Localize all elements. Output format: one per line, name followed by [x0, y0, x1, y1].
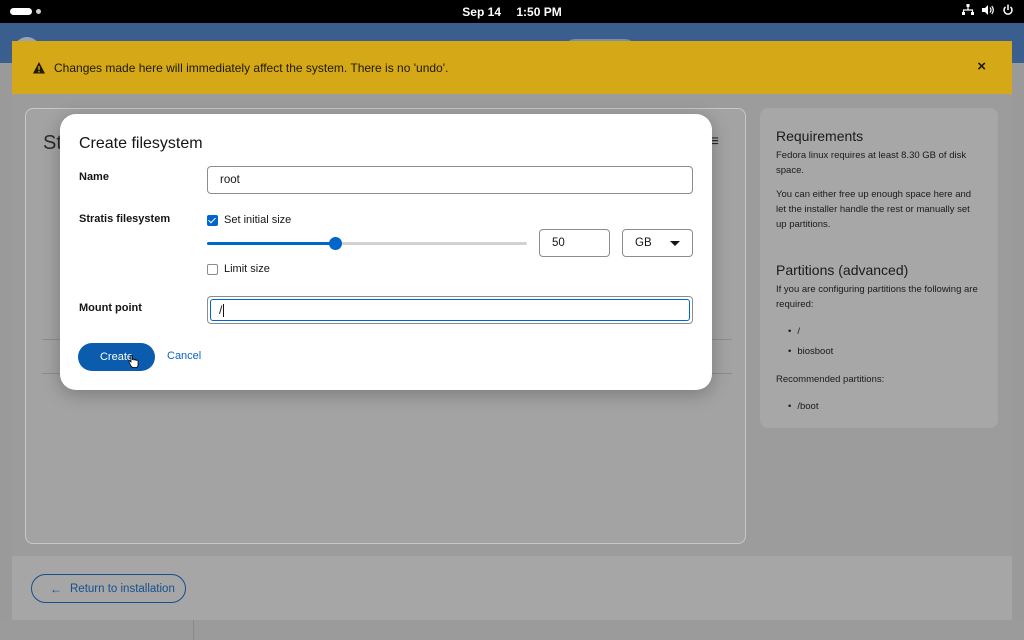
requirements-title: Requirements: [776, 128, 864, 144]
set-initial-size-checkbox[interactable]: [207, 215, 218, 226]
text-cursor: [223, 304, 225, 318]
size-input[interactable]: 50: [539, 229, 610, 257]
system-tray[interactable]: [962, 4, 1014, 18]
divider: [193, 620, 194, 640]
create-filesystem-dialog: Create filesystem Name root Stratis file…: [60, 114, 712, 390]
power-icon: [1002, 4, 1014, 18]
name-field[interactable]: root: [207, 166, 693, 194]
size-slider[interactable]: [207, 237, 527, 250]
network-icon: [962, 4, 974, 18]
hand-pointer-icon: [128, 354, 139, 371]
recommended-label: Recommended partitions:: [776, 374, 885, 385]
slider-thumb[interactable]: [329, 237, 342, 250]
warning-text: Changes made here will immediately affec…: [54, 60, 449, 75]
close-icon[interactable]: ×: [977, 58, 986, 75]
list-item: /: [788, 322, 982, 342]
unit-select[interactable]: GB: [622, 229, 693, 257]
create-button[interactable]: Create: [78, 343, 155, 371]
cancel-button[interactable]: Cancel: [167, 350, 201, 362]
requirements-text-2: You can either free up enough space here…: [776, 189, 972, 230]
recommended-partitions-list: /boot: [788, 397, 982, 417]
caret-down-icon: [670, 241, 680, 246]
mount-point-value: /: [219, 303, 223, 317]
limit-size-label: Limit size: [224, 263, 270, 275]
dialog-title: Create filesystem: [79, 135, 203, 152]
system-top-bar: Sep 14 1:50 PM: [0, 0, 1024, 23]
warning-banner: Changes made here will immediately affec…: [12, 41, 1012, 94]
requirements-panel: Requirements Fedora linux requires at le…: [760, 108, 998, 428]
partitions-title: Partitions (advanced): [776, 262, 909, 278]
set-initial-size-label: Set initial size: [224, 214, 292, 226]
unit-value: GB: [635, 237, 652, 249]
mount-point-field[interactable]: /: [207, 296, 693, 324]
bottom-strip: [0, 620, 1024, 640]
return-to-installation-button[interactable]: ← Return to installation: [31, 574, 186, 603]
clock-date: Sep 14: [462, 5, 501, 19]
list-item: biosboot: [788, 342, 982, 362]
warning-icon: [32, 61, 46, 75]
return-label: Return to installation: [70, 582, 175, 595]
name-label: Name: [79, 171, 109, 183]
requirements-text: Fedora linux requires at least 8.30 GB o…: [776, 150, 967, 176]
stratis-filesystem-label: Stratis filesystem: [79, 213, 171, 225]
mount-point-input[interactable]: /: [210, 299, 690, 321]
required-partitions-list: / biosboot: [788, 322, 982, 362]
partitions-intro: If you are configuring partitions the fo…: [776, 284, 978, 310]
slider-fill: [207, 242, 335, 245]
arrow-left-icon: ←: [50, 581, 62, 596]
volume-icon: [982, 4, 994, 18]
clock-time: 1:50 PM: [516, 5, 562, 19]
mount-point-label: Mount point: [79, 302, 142, 314]
list-item: /boot: [788, 397, 982, 417]
limit-size-checkbox[interactable]: [207, 264, 218, 275]
clock[interactable]: Sep 14 1:50 PM: [0, 5, 1024, 19]
